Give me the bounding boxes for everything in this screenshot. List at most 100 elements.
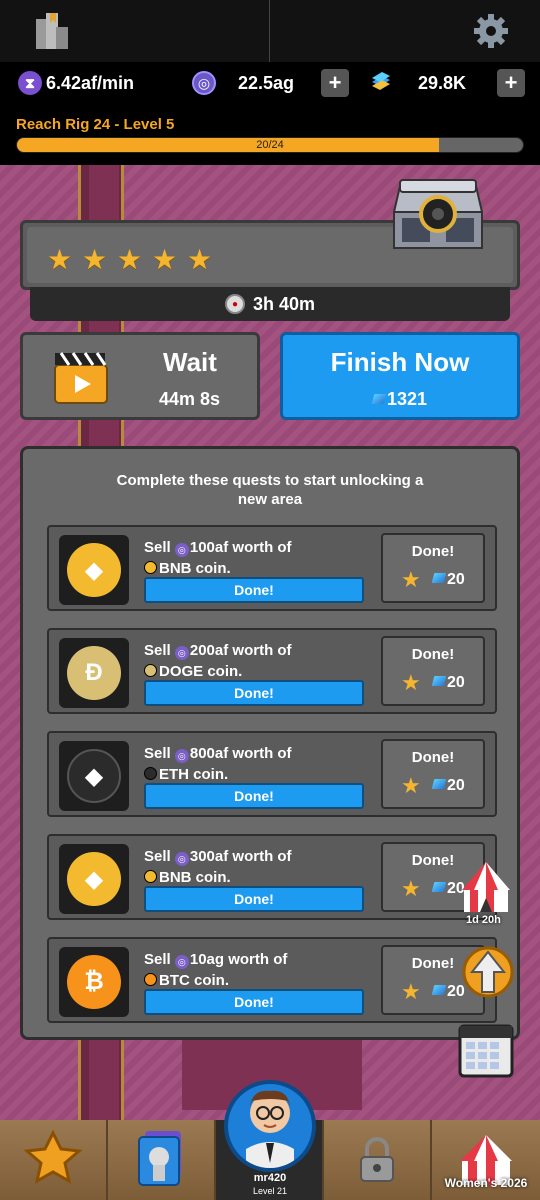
add-gems-button[interactable]: +: [497, 69, 525, 97]
event-label: Women's 2026: [444, 1176, 528, 1190]
gem-icon: [431, 779, 447, 789]
quest-row: Ð Sell ◎ 200af worth of DOGE coin. Done! Done…: [47, 628, 497, 714]
goal-progress-text: 20/24: [256, 139, 284, 151]
finish-now-label: Finish Now: [330, 347, 470, 377]
coin-tile: ◆: [59, 535, 129, 605]
event-timer: 1d 20h: [466, 914, 501, 926]
gem-icon: [431, 573, 447, 583]
upgrade-arrow-icon[interactable]: [460, 942, 516, 1002]
quest-row: ₿ Sell ◎ 10ag worth of BTC coin. Done! Done! ★…: [47, 937, 497, 1023]
coin-icon: ◆: [67, 749, 121, 803]
profile-name: mr420: [253, 1172, 287, 1184]
quest-claim-button[interactable]: Done! ★ 20: [381, 533, 485, 603]
quest-claim-label: Done!: [411, 543, 455, 560]
coin-small-icon: [144, 973, 157, 986]
coin-small-icon: [144, 664, 157, 677]
coin-small-icon: [144, 561, 157, 574]
ag-balance: 22.5ag: [238, 73, 295, 93]
currency-bar: ⧗ 6.42af/min ◎ 22.5ag + 29.8K +: [0, 62, 540, 104]
quest-reward: 20: [431, 571, 465, 589]
quest-description: Sell ◎ 200af worth of DOGE coin.: [144, 642, 292, 680]
coin-tile: ◆: [59, 741, 129, 811]
af-icon: ◎: [174, 955, 189, 969]
star-icon: ★: [401, 773, 421, 798]
gem-icon: [371, 394, 387, 404]
goal-area: Reach Rig 24 - Level 5: [0, 104, 540, 165]
star-icon: ★: [401, 567, 421, 592]
af-icon: ◎: [174, 852, 189, 866]
finish-now-button[interactable]: Finish Now 1321: [280, 332, 520, 420]
gem-icon: [431, 985, 447, 995]
avatar[interactable]: [224, 1080, 316, 1172]
af-icon: ◎: [174, 749, 189, 763]
quest-description: Sell ◎ 10ag worth of BTC coin.: [144, 951, 288, 989]
quest-claim-label: Done!: [411, 749, 455, 766]
star-icon: ★: [82, 244, 108, 275]
gem-icon: [431, 882, 447, 892]
quest-progress: Done!: [144, 989, 364, 1015]
quest-row: ◆ Sell ◎ 100af worth of BNB coin. Done! Done!…: [47, 525, 497, 611]
top-bar: [0, 0, 540, 62]
timer-value: 3h 40m: [252, 293, 316, 314]
af-icon: ◎: [174, 543, 189, 557]
wait-time: 44m 8s: [159, 389, 221, 409]
wait-label: Wait: [163, 347, 217, 377]
quest-description: Sell ◎ 300af worth of BNB coin.: [144, 848, 292, 886]
goal-title: Reach Rig 24 - Level 5: [16, 116, 175, 133]
rankings-button[interactable]: [0, 0, 270, 62]
rankings-icon: [36, 13, 68, 49]
settings-button[interactable]: [270, 0, 540, 62]
coin-small-icon: [144, 767, 157, 780]
quest-description: Sell ◎ 800af worth of ETH coin.: [144, 745, 292, 783]
quest-claim-button[interactable]: Done! ★ 20: [381, 636, 485, 706]
mining-rate: 6.42af/min: [46, 73, 135, 93]
coin-icon: ◆: [67, 543, 121, 597]
af-icon: ◎: [174, 646, 189, 660]
nav-collection[interactable]: [108, 1120, 216, 1200]
quest-claim-button[interactable]: Done! ★ 20: [381, 739, 485, 809]
chest-icon[interactable]: [388, 172, 488, 256]
coin-icon: ₿: [67, 955, 121, 1009]
quest-header: Complete these quests to start unlocking…: [116, 472, 424, 508]
star-icon: ★: [187, 244, 213, 275]
gear-icon: [474, 14, 508, 48]
star-icon: ★: [401, 979, 421, 1004]
gem-balance: 29.8K: [418, 73, 467, 93]
timer-icon: ●: [224, 294, 245, 314]
hourglass-icon: ⧗: [18, 71, 42, 95]
gem-stack-icon: [370, 72, 392, 92]
coin-tile: ₿: [59, 947, 129, 1017]
nav-locked[interactable]: [324, 1120, 432, 1200]
star-icon: ★: [47, 244, 73, 275]
goal-progress-bar: 20/24: [16, 137, 524, 153]
quest-reward: 20: [431, 674, 465, 692]
coin-tile: ◆: [59, 844, 129, 914]
nav-achievements[interactable]: [0, 1120, 108, 1200]
star-icon: ★: [152, 244, 178, 275]
coin-icon: Ð: [67, 646, 121, 700]
cards-icon: [138, 1131, 181, 1186]
quest-progress: Done!: [144, 886, 364, 912]
clapperboard-icon: [54, 352, 108, 404]
quest-panel: Complete these quests to start unlocking…: [20, 446, 520, 1040]
star-icon: ★: [117, 244, 143, 275]
quest-description: Sell ◎ 100af worth of BNB coin.: [144, 539, 292, 577]
quest-progress: Done!: [144, 783, 364, 809]
calendar-icon[interactable]: [456, 1018, 516, 1080]
quest-claim-label: Done!: [411, 646, 455, 663]
quest-progress: Done!: [144, 680, 364, 706]
lock-icon: [360, 1137, 394, 1182]
circus-tent-icon[interactable]: [456, 860, 516, 918]
wait-button[interactable]: Wait 44m 8s: [20, 332, 260, 420]
add-ag-button[interactable]: +: [321, 69, 349, 97]
quest-reward: 20: [431, 777, 465, 795]
quest-row: ◆ Sell ◎ 800af worth of ETH coin. Done! Done!…: [47, 731, 497, 817]
coin-tile: Ð: [59, 638, 129, 708]
gem-icon: [431, 676, 447, 686]
star-badge-icon: [23, 1129, 83, 1184]
coin-icon: ◆: [67, 852, 121, 906]
rig-timer: ● 3h 40m: [30, 287, 510, 321]
coin-small-icon: [144, 870, 157, 883]
finish-cost: 1321: [283, 389, 517, 410]
star-icon: ★: [401, 670, 421, 695]
